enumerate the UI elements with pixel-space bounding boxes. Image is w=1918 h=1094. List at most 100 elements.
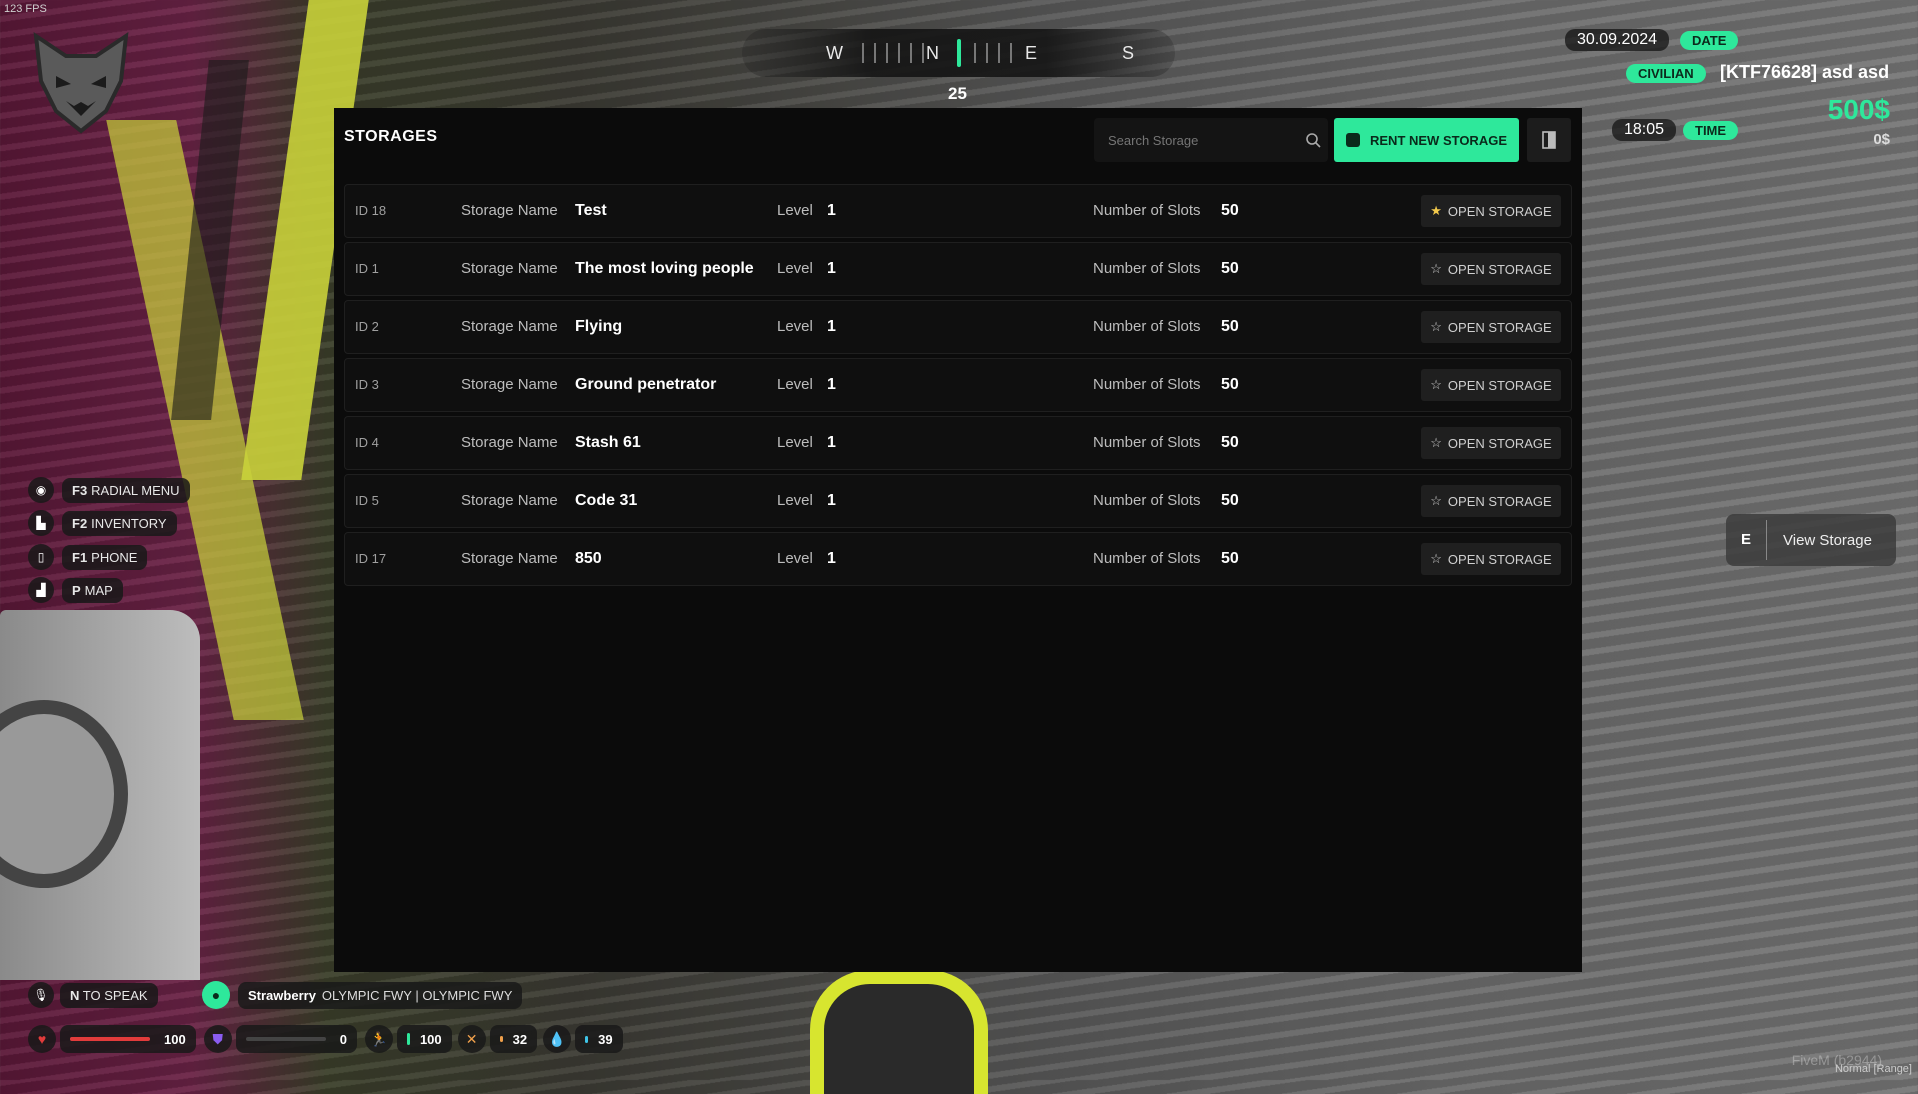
star-outline-icon[interactable]: ☆ bbox=[1430, 435, 1442, 451]
slots-label: Number of Slots bbox=[1093, 260, 1201, 277]
bank-amount: 0$ bbox=[1873, 131, 1890, 148]
compass-north: N bbox=[926, 43, 939, 63]
level-label: Level bbox=[777, 492, 813, 509]
open-storage-button[interactable]: ★ OPEN STORAGE bbox=[1421, 195, 1561, 227]
hunger-icon: ✕ bbox=[457, 1025, 486, 1053]
compass-heading: 25 bbox=[948, 84, 967, 103]
level-value: 1 bbox=[827, 434, 836, 451]
inventory-icon: ▙ bbox=[28, 510, 54, 536]
heart-icon: ♥ bbox=[28, 1025, 56, 1053]
armor-track bbox=[245, 1037, 326, 1041]
slots-label: Number of Slots bbox=[1093, 550, 1201, 567]
level-label: Level bbox=[777, 202, 813, 219]
stamina-stat: 100 bbox=[396, 1025, 452, 1053]
level-label: Level bbox=[777, 434, 813, 451]
slots-label: Number of Slots bbox=[1093, 318, 1201, 335]
level-label: Level bbox=[777, 260, 813, 277]
open-storage-button[interactable]: ☆ OPEN STORAGE bbox=[1421, 543, 1561, 575]
open-storage-button[interactable]: ☆ OPEN STORAGE bbox=[1421, 485, 1561, 517]
stamina-value: 100 bbox=[419, 1031, 442, 1047]
storage-name-label: Storage Name bbox=[461, 434, 558, 451]
storage-name-label: Storage Name bbox=[461, 376, 558, 393]
star-outline-icon[interactable]: ☆ bbox=[1430, 319, 1442, 335]
open-storage-button[interactable]: ☆ OPEN STORAGE bbox=[1421, 369, 1561, 401]
rent-storage-button[interactable]: RENT NEW STORAGE bbox=[1334, 118, 1519, 162]
storage-id: ID 4 bbox=[355, 435, 379, 450]
storage-name: Test bbox=[575, 202, 607, 219]
stamina-indicator bbox=[406, 1033, 410, 1045]
slots-value: 50 bbox=[1221, 376, 1239, 393]
star-outline-icon[interactable]: ☆ bbox=[1430, 261, 1442, 277]
storage-row: ID 18 Storage Name Test Level 1 Number o… bbox=[344, 184, 1572, 238]
storage-name-label: Storage Name bbox=[461, 260, 558, 277]
health-value: 100 bbox=[164, 1031, 186, 1047]
search-icon[interactable] bbox=[1298, 132, 1328, 148]
hint-label: F1 PHONE bbox=[62, 544, 148, 570]
open-storage-label: OPEN STORAGE bbox=[1447, 319, 1552, 335]
hint-radial-menu: ◉ F3 RADIAL MENU bbox=[28, 477, 190, 503]
storage-id: ID 18 bbox=[355, 203, 387, 218]
voice-hint: 🎙 N TO SPEAK bbox=[28, 982, 158, 1008]
water-drop-icon: 💧 bbox=[543, 1025, 572, 1053]
storage-name: 850 bbox=[575, 550, 602, 567]
slots-label: Number of Slots bbox=[1093, 202, 1201, 219]
level-value: 1 bbox=[827, 492, 836, 509]
star-outline-icon[interactable]: ☆ bbox=[1430, 493, 1442, 509]
star-outline-icon[interactable]: ☆ bbox=[1430, 551, 1442, 567]
health-track bbox=[70, 1037, 150, 1041]
bg-character bbox=[810, 970, 988, 1094]
slots-value: 50 bbox=[1221, 260, 1239, 277]
hint-map: ▟ P MAP bbox=[28, 577, 123, 603]
thirst-indicator bbox=[585, 1035, 589, 1043]
radial-icon: ◉ bbox=[28, 477, 54, 503]
map-icon: ▟ bbox=[28, 577, 54, 603]
storage-name: The most loving people bbox=[575, 260, 754, 277]
open-storage-button[interactable]: ☆ OPEN STORAGE bbox=[1421, 427, 1561, 459]
prompt-label: View Storage bbox=[1783, 531, 1872, 549]
level-value: 1 bbox=[827, 550, 836, 567]
storages-panel: STORAGES RENT NEW STORAGE ID 18 Storage … bbox=[334, 108, 1582, 972]
search-input[interactable] bbox=[1094, 131, 1298, 149]
time-badge: TIME bbox=[1683, 121, 1739, 140]
slots-label: Number of Slots bbox=[1093, 376, 1201, 393]
compass-tick bbox=[898, 43, 900, 63]
compass-tick bbox=[974, 43, 976, 63]
star-outline-icon[interactable]: ☆ bbox=[1430, 377, 1442, 393]
view-storage-prompt[interactable]: E View Storage bbox=[1726, 514, 1896, 566]
compass: W N E S bbox=[742, 29, 1175, 77]
door-icon bbox=[1542, 131, 1556, 149]
hint-phone: ▯ F1 PHONE bbox=[28, 544, 148, 570]
exit-button[interactable] bbox=[1527, 118, 1571, 162]
storage-row: ID 4 Storage Name Stash 61 Level 1 Numbe… bbox=[344, 416, 1572, 470]
storage-id: ID 17 bbox=[355, 551, 387, 566]
slots-value: 50 bbox=[1221, 318, 1239, 335]
level-label: Level bbox=[777, 550, 813, 567]
armor-value: 0 bbox=[339, 1031, 347, 1047]
open-storage-button[interactable]: ☆ OPEN STORAGE bbox=[1421, 311, 1561, 343]
shield-icon: ⛊ bbox=[203, 1025, 232, 1053]
running-icon: 🏃 bbox=[364, 1025, 393, 1053]
storage-row: ID 1 Storage Name The most loving people… bbox=[344, 242, 1572, 296]
level-label: Level bbox=[777, 318, 813, 335]
slots-value: 50 bbox=[1221, 434, 1239, 451]
search-box[interactable] bbox=[1094, 118, 1328, 162]
storage-name: Flying bbox=[575, 318, 623, 335]
voice-mode: Normal [Range] bbox=[1834, 1063, 1912, 1075]
compass-tick bbox=[862, 43, 864, 63]
storage-name-label: Storage Name bbox=[461, 202, 558, 219]
compass-south: S bbox=[1122, 43, 1135, 63]
open-storage-label: OPEN STORAGE bbox=[1447, 377, 1552, 393]
location-pin-icon: ● bbox=[202, 981, 230, 1009]
storage-id: ID 1 bbox=[355, 261, 379, 276]
health-bar: 100 bbox=[60, 1025, 196, 1053]
compass-west: W bbox=[826, 43, 843, 63]
armor-bar: 0 bbox=[235, 1025, 357, 1053]
storage-name: Ground penetrator bbox=[575, 376, 717, 393]
health-fill bbox=[70, 1037, 150, 1041]
open-storage-button[interactable]: ☆ OPEN STORAGE bbox=[1421, 253, 1561, 285]
star-filled-icon[interactable]: ★ bbox=[1430, 203, 1442, 219]
open-storage-label: OPEN STORAGE bbox=[1447, 551, 1552, 567]
hint-label: P MAP bbox=[62, 577, 123, 603]
compass-tick bbox=[1010, 43, 1012, 63]
panel-title: STORAGES bbox=[344, 128, 438, 145]
